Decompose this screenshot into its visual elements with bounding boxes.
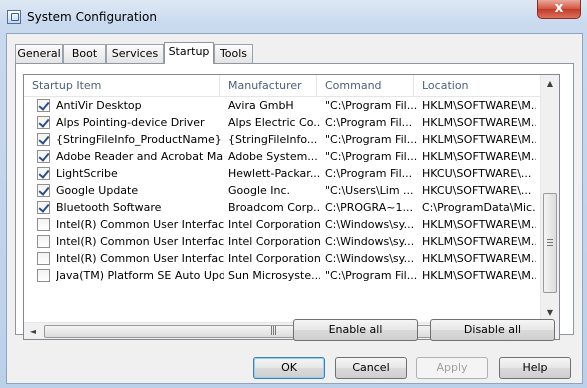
startup-item-checkbox[interactable] — [37, 150, 50, 163]
cell-command: C:\PROGRA~1... — [325, 201, 413, 214]
cell-manufacturer: Hewlett-Packar... — [228, 167, 320, 180]
column-header-manufacturer[interactable]: Manufacturer — [220, 75, 317, 96]
dialog-client-area: General Boot Services Startup Tools Star… — [6, 33, 583, 384]
tab-services[interactable]: Services — [106, 44, 164, 63]
cell-command: "C:\Users\Lim ... — [325, 184, 414, 197]
cell-manufacturer: Intel Corporation — [228, 218, 320, 231]
cell-command: "C:\Program Fil... — [325, 269, 417, 282]
cell-location: HKCU\SOFTWARE\... — [422, 167, 532, 180]
table-row[interactable]: Bluetooth Software Broadcom Corp... C:\PRO… — [24, 199, 540, 216]
cell-location: HKLM\SOFTWARE\M... — [422, 252, 536, 265]
cell-location: HKCU\SOFTWARE\... — [422, 184, 532, 197]
cell-command: C:\Windows\sy... — [325, 252, 415, 265]
cell-location: HKLM\SOFTWARE\M... — [422, 99, 536, 112]
cell-location: HKLM\SOFTWARE\M... — [422, 218, 536, 231]
cell-manufacturer: Avira GmbH — [228, 99, 294, 112]
cell-command: C:\Program Fil... — [325, 167, 413, 180]
cell-item: Adobe Reader and Acrobat Man... — [56, 150, 224, 163]
cell-manufacturer: Adobe System... — [228, 150, 318, 163]
cell-manufacturer: {StringFileInfo... — [228, 133, 318, 146]
table-row[interactable]: Java(TM) Platform SE Auto Upd... Sun Micr… — [24, 267, 540, 284]
table-row[interactable]: Intel(R) Common User Interface Intel Corp… — [24, 250, 540, 267]
startup-item-checkbox[interactable] — [37, 133, 50, 146]
cell-location: HKLM\SOFTWARE\M... — [422, 235, 536, 248]
startup-item-checkbox[interactable] — [37, 201, 50, 214]
table-row[interactable]: Intel(R) Common User Interface Intel Corp… — [24, 233, 540, 250]
cell-item: Intel(R) Common User Interface — [56, 235, 224, 248]
cell-manufacturer: Sun Microsyste... — [228, 269, 320, 282]
tab-startup[interactable]: Startup — [164, 42, 214, 64]
help-button[interactable]: Help — [499, 357, 571, 379]
column-header-startup-item[interactable]: Startup Item — [24, 75, 220, 96]
table-row[interactable]: {StringFileInfo_ProductName} {StringFileI… — [24, 131, 540, 148]
cell-location: C:\ProgramData\Mic... — [422, 201, 536, 214]
table-row[interactable]: Adobe Reader and Acrobat Man... Adobe Sys… — [24, 148, 540, 165]
cancel-button[interactable]: Cancel — [335, 357, 407, 379]
table-row[interactable]: Intel(R) Common User Interface Intel Corp… — [24, 216, 540, 233]
scroll-left-icon[interactable]: ◄ — [24, 323, 42, 339]
cell-item: Intel(R) Common User Interface — [56, 218, 224, 231]
tab-general[interactable]: General — [15, 44, 63, 63]
system-configuration-window: System Configuration x General Boot Serv… — [0, 0, 587, 388]
enable-all-button[interactable]: Enable all — [293, 319, 418, 341]
ok-button[interactable]: OK — [253, 357, 325, 379]
cell-command: C:\Windows\sy... — [325, 235, 415, 248]
apply-button[interactable]: Apply — [416, 357, 488, 379]
cell-item: LightScribe — [56, 167, 118, 180]
disable-all-button[interactable]: Disable all — [430, 319, 555, 341]
startup-item-checkbox[interactable] — [37, 99, 50, 112]
cell-item: Google Update — [56, 184, 139, 197]
cell-item: Java(TM) Platform SE Auto Upd... — [56, 269, 224, 282]
table-row[interactable]: Google Update Google Inc. "C:\Users\Lim ..… — [24, 182, 540, 199]
cell-manufacturer: Alps Electric Co... — [228, 116, 320, 129]
cell-command: "C:\Program Fil... — [325, 99, 417, 112]
cell-command: C:\Windows\sy... — [325, 218, 415, 231]
vertical-scroll-thumb[interactable] — [543, 193, 557, 293]
cell-item: AntiVir Desktop — [56, 99, 142, 112]
cell-manufacturer: Broadcom Corp... — [228, 201, 320, 214]
table-row[interactable]: AntiVir Desktop Avira GmbH "C:\Program Fil… — [24, 97, 540, 114]
cell-manufacturer: Google Inc. — [228, 184, 291, 197]
startup-item-checkbox[interactable] — [37, 184, 50, 197]
startup-item-checkbox[interactable] — [37, 252, 50, 265]
startup-item-checkbox[interactable] — [37, 235, 50, 248]
startup-items-list[interactable]: Startup Item Manufacturer Command Locati… — [23, 74, 560, 340]
cell-item: Intel(R) Common User Interface — [56, 252, 224, 265]
cell-manufacturer: Intel Corporation — [228, 235, 320, 248]
table-row[interactable]: LightScribe Hewlett-Packar... C:\Program F… — [24, 165, 540, 182]
cell-item: Bluetooth Software — [56, 201, 162, 214]
startup-item-checkbox[interactable] — [37, 218, 50, 231]
cell-item: {StringFileInfo_ProductName} — [56, 133, 222, 146]
table-row[interactable]: Alps Pointing-device Driver Alps Electric… — [24, 114, 540, 131]
cell-location: HKLM\SOFTWARE\M... — [422, 133, 536, 146]
startup-item-checkbox[interactable] — [37, 167, 50, 180]
title-bar[interactable]: System Configuration x — [0, 0, 587, 34]
startup-item-checkbox[interactable] — [37, 116, 50, 129]
window-title: System Configuration — [27, 10, 157, 24]
column-header-command[interactable]: Command — [317, 75, 414, 96]
cell-item: Alps Pointing-device Driver — [56, 116, 205, 129]
startup-item-checkbox[interactable] — [37, 269, 50, 282]
cell-command: "C:\Program Fil... — [325, 150, 417, 163]
vertical-scrollbar[interactable]: ▲ ▼ — [540, 75, 559, 322]
msconfig-icon — [7, 10, 21, 24]
cell-location: HKLM\SOFTWARE\M... — [422, 116, 536, 129]
tab-tools[interactable]: Tools — [214, 44, 253, 63]
tab-boot[interactable]: Boot — [63, 44, 106, 63]
scroll-up-icon[interactable]: ▲ — [541, 75, 559, 92]
close-icon: x — [554, 0, 564, 16]
cell-command: "C:\Program Fil... — [325, 133, 417, 146]
close-button[interactable]: x — [537, 0, 581, 19]
cell-manufacturer: Intel Corporation — [228, 252, 320, 265]
column-header-location[interactable]: Location — [414, 75, 540, 96]
list-header: Startup Item Manufacturer Command Locati… — [24, 75, 540, 97]
cell-location: HKLM\SOFTWARE\M... — [422, 150, 536, 163]
cell-location: HKLM\SOFTWARE\M... — [422, 269, 536, 282]
cell-command: C:\Program Fil... — [325, 116, 413, 129]
